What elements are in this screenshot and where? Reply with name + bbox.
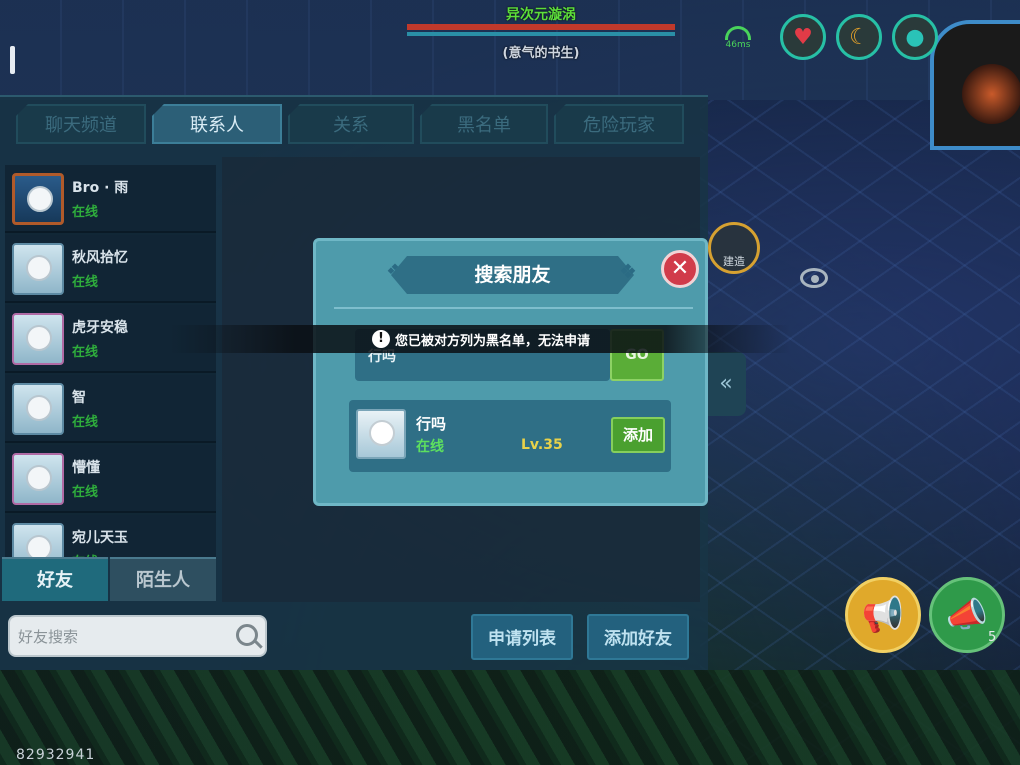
friend-search-input[interactable] — [18, 626, 228, 648]
contact-name: Bro · 雨 — [72, 180, 129, 196]
contact-item[interactable]: 智 在线 — [5, 375, 216, 443]
tab-blacklist[interactable]: 黑名单 — [420, 104, 548, 144]
boss-name: 异次元漩涡 — [506, 7, 576, 23]
avatar-face — [26, 465, 52, 491]
avatar-face — [369, 420, 395, 446]
avatar-face — [26, 535, 52, 557]
thirst-stat[interactable]: ● — [892, 14, 938, 60]
result-level: Lv.35 — [521, 437, 563, 453]
tab-strangers[interactable]: 陌生人 — [110, 557, 216, 601]
double-chevron-left-icon: « — [719, 371, 733, 396]
tab-dangerous-players[interactable]: 危险玩家 — [554, 104, 684, 144]
add-button[interactable]: 添加 — [611, 417, 665, 453]
contact-name: 宛儿天玉 — [72, 530, 128, 546]
result-name: 行吗 — [416, 415, 447, 433]
boss-hp-fill — [407, 24, 675, 30]
avatar — [356, 409, 406, 459]
avatar — [12, 313, 64, 365]
boss-health-bar: 异次元漩涡 — [407, 2, 675, 42]
tab-friends[interactable]: 好友 — [2, 557, 108, 601]
build-label: 建造 — [723, 255, 745, 268]
search-icon[interactable] — [236, 624, 258, 646]
contact-status: 在线 — [72, 275, 99, 290]
toast-message: 您已被对方列为黑名单，无法申请 — [395, 334, 591, 349]
megaphone-icon: 📢 — [861, 595, 905, 635]
divider — [334, 307, 693, 309]
avatar-face — [26, 395, 52, 421]
side-handle[interactable] — [10, 46, 15, 74]
contact-name: 秋风拾忆 — [72, 250, 128, 266]
hunger-stat[interactable]: ☾ — [836, 14, 882, 60]
contact-list[interactable]: Bro · 雨 在线 秋风拾忆 在线 虎牙安稳 在线 智 在线 懵懂 在线 宛儿… — [5, 165, 216, 557]
water-drop-icon: ● — [905, 24, 925, 50]
ornament-right-icon: ❖ — [619, 259, 637, 283]
contact-name: 智 — [72, 390, 86, 406]
avatar — [12, 383, 64, 435]
boss-subtitle: (意气的书生) — [502, 46, 580, 61]
avatar — [12, 523, 64, 557]
boss-shield-fill — [407, 32, 675, 36]
collapse-panel-button[interactable]: « — [706, 352, 746, 416]
contact-status: 在线 — [72, 205, 99, 220]
contact-status: 在线 — [72, 415, 99, 430]
tab-relations[interactable]: 关系 — [288, 104, 414, 144]
friend-search-box[interactable] — [8, 615, 267, 657]
avatar-face — [26, 255, 52, 281]
avatar — [12, 243, 64, 295]
eye-icon[interactable] — [800, 268, 828, 288]
background-floor — [700, 100, 1020, 765]
horn-count: 5 — [988, 630, 997, 645]
dialog-title: 搜索朋友 — [391, 256, 634, 294]
network-ping: 46ms — [718, 26, 758, 50]
warning-icon: ! — [372, 330, 390, 348]
megaphone-icon: 📣 — [945, 595, 989, 635]
avatar — [12, 453, 64, 505]
contact-item[interactable]: 宛儿天玉 在线 — [5, 515, 216, 557]
contact-item[interactable]: 懵懂 在线 — [5, 445, 216, 513]
build-button[interactable]: 建造 — [708, 222, 760, 274]
tab-contacts[interactable]: 联系人 — [152, 104, 282, 144]
result-status: 在线 — [416, 439, 444, 455]
contact-status: 在线 — [72, 485, 99, 500]
tab-chat-channel[interactable]: 聊天频道 — [16, 104, 146, 144]
contact-item[interactable]: 秋风拾忆 在线 — [5, 235, 216, 303]
background-house — [930, 20, 1020, 150]
world-horn-button[interactable]: 📢 — [845, 577, 921, 653]
toast-banner: ! 您已被对方列为黑名单，无法申请 — [170, 325, 790, 353]
avatar-face — [26, 325, 52, 351]
contact-name: 虎牙安稳 — [72, 320, 128, 336]
health-stat[interactable]: ♥ — [780, 14, 826, 60]
house-fire — [962, 64, 1020, 124]
avatar — [12, 173, 64, 225]
search-friend-dialog: ❖ 搜索朋友 ❖ ✕ 行吗 GO 行吗 在线 Lv.35 添加 — [313, 238, 708, 506]
contact-item[interactable]: Bro · 雨 在线 — [5, 165, 216, 233]
food-icon: ☾ — [849, 24, 869, 50]
contact-name: 懵懂 — [72, 460, 100, 476]
add-friend-button[interactable]: 添加好友 — [587, 614, 689, 660]
contact-type-tabs: 好友 陌生人 — [2, 557, 218, 601]
apply-list-button[interactable]: 申请列表 — [471, 614, 573, 660]
signal-icon — [725, 26, 751, 40]
contact-status: 在线 — [72, 345, 99, 360]
ping-value: 46ms — [725, 40, 751, 50]
background-vines — [0, 670, 1020, 765]
avatar-face — [27, 186, 53, 212]
close-icon: ✕ — [670, 256, 690, 281]
search-result-card: 行吗 在线 Lv.35 添加 — [349, 400, 671, 472]
player-id: 82932941 — [16, 747, 96, 763]
close-button[interactable]: ✕ — [661, 250, 699, 288]
heart-icon: ♥ — [793, 24, 813, 50]
